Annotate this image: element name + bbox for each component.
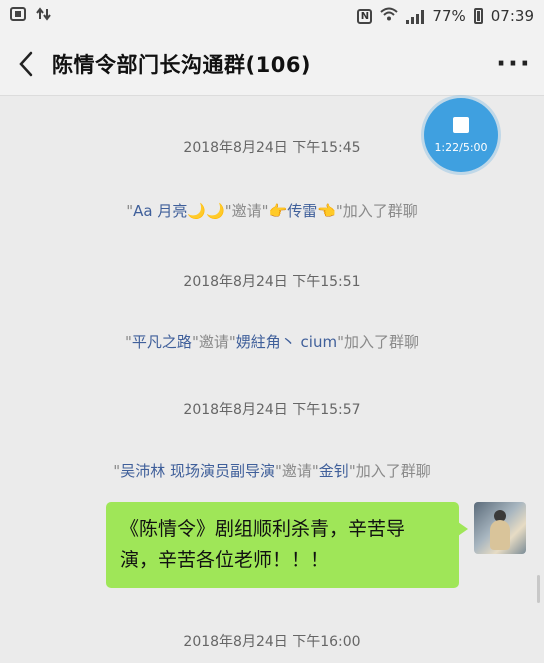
- inviter-name[interactable]: Aa 月亮: [133, 202, 187, 220]
- moon-emoji: 🌙🌙: [187, 202, 225, 220]
- status-bar: N 77% 07:39: [0, 0, 544, 32]
- system-message: "Aa 月亮🌙🌙"邀请"👉传雷👈"加入了群聊: [0, 200, 544, 221]
- recording-time: 1:22/5:00: [434, 140, 488, 154]
- quote: ": [228, 333, 236, 351]
- stop-icon: [453, 116, 469, 133]
- invitee-name[interactable]: 娚紸角丶 cium: [236, 333, 337, 351]
- invite-verb: 邀请: [198, 333, 229, 351]
- join-text: "加入了群聊: [337, 333, 419, 351]
- invitee-name[interactable]: 金钊: [319, 462, 349, 480]
- quote: ": [274, 462, 282, 480]
- data-transfer-icon: [36, 7, 52, 25]
- more-icon: ···: [496, 48, 532, 79]
- message-bubble[interactable]: 《陈情令》剧组顺利杀青，辛苦导 演，辛苦各位老师！！！: [106, 502, 468, 588]
- message-text-line: 演，辛苦各位老师！！！: [120, 549, 330, 571]
- pointing-right-emoji: 👉: [268, 202, 288, 220]
- invitee-name[interactable]: 传雷: [287, 202, 317, 220]
- avatar-figure: [490, 520, 510, 550]
- quote: ": [125, 333, 132, 351]
- quote: ": [224, 202, 232, 220]
- scrollbar[interactable]: [537, 575, 540, 603]
- join-text: "加入了群聊: [348, 462, 431, 480]
- screen-recording-button[interactable]: 1:22/5:00: [424, 98, 498, 172]
- battery-icon: [473, 8, 483, 24]
- invite-verb: 邀请: [281, 462, 312, 480]
- clock: 07:39: [490, 7, 534, 25]
- system-message: "吴沛林 现场演员副导演"邀请"金钊"加入了群聊: [0, 460, 544, 481]
- chat-header: 陈情令部门长沟通群(106) ···: [0, 32, 544, 96]
- avatar[interactable]: [474, 502, 526, 554]
- message-timestamp: 2018年8月24日 下午16:00: [183, 634, 361, 650]
- message-text-line: 《陈情令》剧组顺利杀青，辛苦导: [120, 518, 406, 540]
- inviter-name[interactable]: 平凡之路: [132, 333, 192, 351]
- inviter-name[interactable]: 吴沛林 现场演员副导演: [120, 462, 275, 480]
- screenshot-icon: [10, 7, 26, 25]
- back-button[interactable]: [0, 32, 52, 96]
- quote: ": [311, 462, 319, 480]
- more-options-button[interactable]: ···: [484, 32, 544, 96]
- message-timestamp: 2018年8月24日 下午15:57: [183, 402, 361, 418]
- message-timestamp: 2018年8月24日 下午15:51: [183, 274, 361, 290]
- battery-percent: 77%: [432, 7, 466, 25]
- nfc-icon: N: [357, 8, 373, 24]
- system-message: "平凡之路"邀请"娚紸角丶 cium"加入了群聊: [0, 331, 544, 352]
- chevron-left-icon: [19, 51, 33, 76]
- quote: ": [261, 202, 269, 220]
- join-text: "加入了群聊: [335, 202, 418, 220]
- pointing-left-emoji: 👈: [317, 202, 336, 220]
- signal-icon: [406, 9, 425, 24]
- wifi-icon: [380, 7, 399, 25]
- quote: ": [191, 333, 199, 351]
- chat-title: 陈情令部门长沟通群(106): [52, 52, 312, 77]
- invite-verb: 邀请: [231, 202, 262, 220]
